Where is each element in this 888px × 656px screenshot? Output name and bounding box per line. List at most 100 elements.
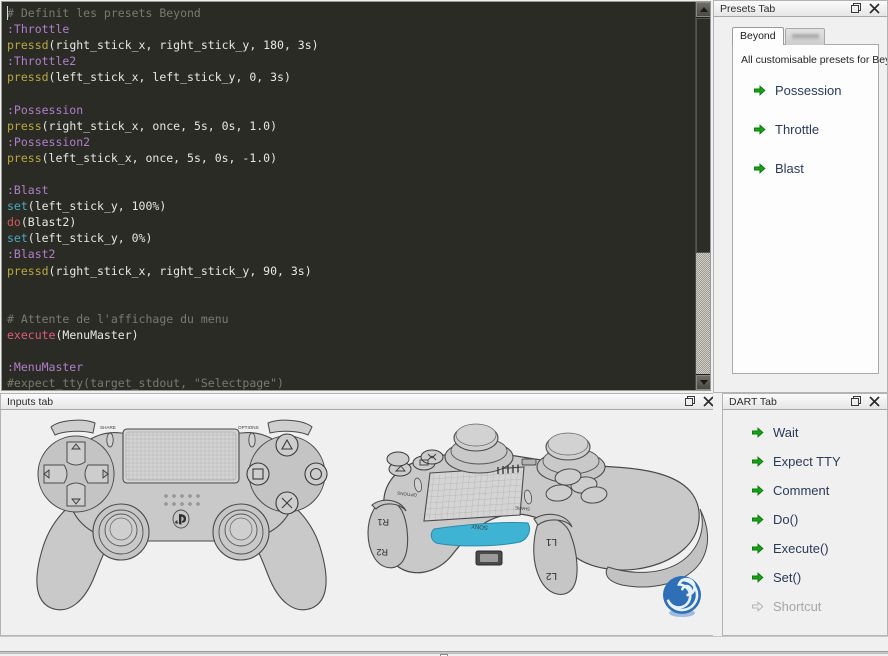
preset-item-possession[interactable]: Possession bbox=[741, 80, 870, 101]
preset-item-throttle[interactable]: Throttle bbox=[741, 119, 870, 140]
scroll-up-arrow-icon[interactable] bbox=[696, 2, 710, 17]
preset-item-label: Throttle bbox=[775, 122, 820, 137]
dart-item-label: Shortcut bbox=[773, 599, 822, 614]
code-token-set: set bbox=[7, 231, 28, 246]
presets-tab-label: Beyond bbox=[740, 30, 776, 42]
code-token-label: :MenuMaster bbox=[7, 360, 84, 375]
dart-item-wait[interactable]: Wait bbox=[737, 422, 887, 443]
code-token-do: do bbox=[7, 215, 21, 230]
dart-panel: DART Tab Wait Expect TTY Comment Do() Execut… bbox=[722, 393, 888, 636]
scroll-down-arrow-icon[interactable] bbox=[696, 375, 710, 390]
code-token-plain: (left_stick_y, 100%) bbox=[27, 199, 167, 214]
code-line: set(left_stick_y, 0%) bbox=[7, 230, 692, 246]
panel-splitter-vertical[interactable] bbox=[713, 393, 722, 636]
inputs-panel-titlebar[interactable]: Inputs tab bbox=[0, 393, 722, 410]
editor-vertical-scrollbar[interactable] bbox=[695, 2, 710, 390]
code-token-plain: (MenuMaster) bbox=[55, 327, 139, 342]
preset-item-blast[interactable]: Blast bbox=[741, 158, 870, 179]
presets-tab-unnamed-1[interactable] bbox=[784, 28, 825, 45]
dart-item-shortcut: Shortcut bbox=[737, 596, 887, 617]
scrollbar-thumb[interactable] bbox=[696, 18, 710, 253]
code-line: # Attente de l'affichage du menu bbox=[7, 311, 692, 327]
code-line: execute(MenuMaster) bbox=[7, 327, 692, 343]
code-token-set: set bbox=[7, 199, 28, 214]
code-token-plain: (left_stick_x, once, 5s, 0s, -1.0) bbox=[41, 150, 278, 165]
code-line: press(right_stick_x, once, 5s, 0s, 1.0) bbox=[7, 118, 692, 134]
status-bar bbox=[0, 636, 888, 656]
l2-label: L2 bbox=[545, 570, 557, 581]
inputs-panel: Inputs tab SHARE OPTIONS SONY L1 L2 R1 R… bbox=[0, 393, 722, 636]
dart-item-do[interactable]: Do() bbox=[737, 509, 887, 530]
presets-tab-beyond[interactable]: Beyond bbox=[732, 27, 784, 45]
dart-item-expect-tty[interactable]: Expect TTY bbox=[737, 451, 887, 472]
grey-arrow-icon bbox=[752, 601, 764, 612]
dart-float-icon[interactable] bbox=[851, 396, 862, 407]
dualshock-rear-view[interactable]: SONY L1 L2 R1 R2 OPTIONS SHARE bbox=[356, 415, 716, 625]
code-token-plain: (right_stick_x, right_stick_y, 90, 3s) bbox=[48, 263, 312, 278]
dart-item-set[interactable]: Set() bbox=[737, 567, 887, 588]
presets-tab-content: All customisable presets for Beyond. Pos… bbox=[732, 44, 887, 374]
code-token-label: :Possession2 bbox=[7, 134, 91, 149]
dart-panel-titlebar[interactable]: DART Tab bbox=[722, 393, 888, 410]
code-token-plain: (left_stick_y, 0%) bbox=[27, 231, 153, 246]
code-token-label: :Blast bbox=[7, 183, 49, 198]
presets-close-icon[interactable] bbox=[869, 3, 880, 14]
green-arrow-icon bbox=[752, 427, 764, 438]
code-line: :Blast2 bbox=[7, 246, 692, 262]
code-token-comment: #expect_tty(target_stdout, "Selectpage") bbox=[7, 376, 284, 391]
controller-diagrams: SHARE OPTIONS SONY L1 L2 R1 R2 OPTIONS S… bbox=[1, 410, 721, 635]
green-arrow-icon bbox=[754, 124, 766, 135]
rear-left-analog-stick bbox=[444, 423, 514, 474]
dualshock-front-view[interactable]: SHARE OPTIONS bbox=[9, 415, 354, 620]
square-button bbox=[246, 462, 270, 486]
code-token-plain: (right_stick_x, right_stick_y, 180, 3s) bbox=[48, 38, 319, 53]
code-line: # Definit les presets Beyond bbox=[7, 5, 692, 21]
code-line: pressd(left_stick_x, left_stick_y, 0, 3s… bbox=[7, 69, 692, 85]
presets-float-icon[interactable] bbox=[851, 3, 862, 14]
dart-item-execute[interactable]: Execute() bbox=[737, 538, 887, 559]
code-token-comment: # Attente de l'affichage du menu bbox=[7, 311, 229, 326]
options-label: OPTIONS bbox=[238, 425, 259, 430]
green-arrow-icon bbox=[754, 163, 766, 174]
presets-panel-body: Beyond All customisable presets for Beyo… bbox=[713, 17, 888, 393]
green-arrow-icon bbox=[752, 514, 764, 525]
code-line: press(left_stick_x, once, 5s, 0s, -1.0) bbox=[7, 150, 692, 166]
code-token-plain: (Blast2) bbox=[20, 215, 77, 230]
presets-panel-titlebar[interactable]: Presets Tab bbox=[713, 0, 888, 17]
dart-close-icon[interactable] bbox=[869, 396, 880, 407]
code-token-comment: # Definit les presets Beyond bbox=[7, 6, 201, 20]
text-caret bbox=[7, 6, 8, 20]
spiral-logo-icon bbox=[663, 576, 701, 617]
presets-tabstrip[interactable]: Beyond bbox=[714, 26, 887, 45]
scrollbar-track[interactable] bbox=[696, 18, 710, 374]
code-line: :Throttle bbox=[7, 21, 692, 37]
code-token-pressd: pressd bbox=[7, 70, 49, 85]
dart-item-comment[interactable]: Comment bbox=[737, 480, 887, 501]
green-arrow-icon bbox=[752, 572, 764, 583]
code-line: :Possession2 bbox=[7, 134, 692, 150]
dart-actions-list: Wait Expect TTY Comment Do() Execute() Set() S… bbox=[737, 422, 887, 617]
script-editor-text[interactable]: # Definit les presets Beyond :Throttle pre… bbox=[7, 5, 692, 391]
r2-label: R2 bbox=[376, 547, 388, 557]
inputs-float-icon[interactable] bbox=[685, 396, 696, 407]
circle-button bbox=[304, 462, 328, 486]
code-line: set(left_stick_y, 100%) bbox=[7, 198, 692, 214]
code-line: :Throttle2 bbox=[7, 53, 692, 69]
code-token-press: press bbox=[7, 118, 42, 133]
code-line: pressd(right_stick_x, right_stick_y, 90,… bbox=[7, 263, 692, 279]
code-line: :Possession bbox=[7, 102, 692, 118]
code-token-execute: execute bbox=[7, 327, 56, 342]
code-token-label: :Throttle bbox=[7, 22, 70, 37]
preset-item-label: Blast bbox=[775, 161, 804, 176]
script-editor[interactable]: # Definit les presets Beyond :Throttle pre… bbox=[1, 1, 711, 391]
code-line: :Blast bbox=[7, 182, 692, 198]
dart-item-label: Set() bbox=[773, 570, 802, 585]
inputs-panel-title: Inputs tab bbox=[7, 395, 54, 408]
share-label: SHARE bbox=[100, 425, 116, 430]
dart-item-label: Expect TTY bbox=[773, 454, 841, 469]
